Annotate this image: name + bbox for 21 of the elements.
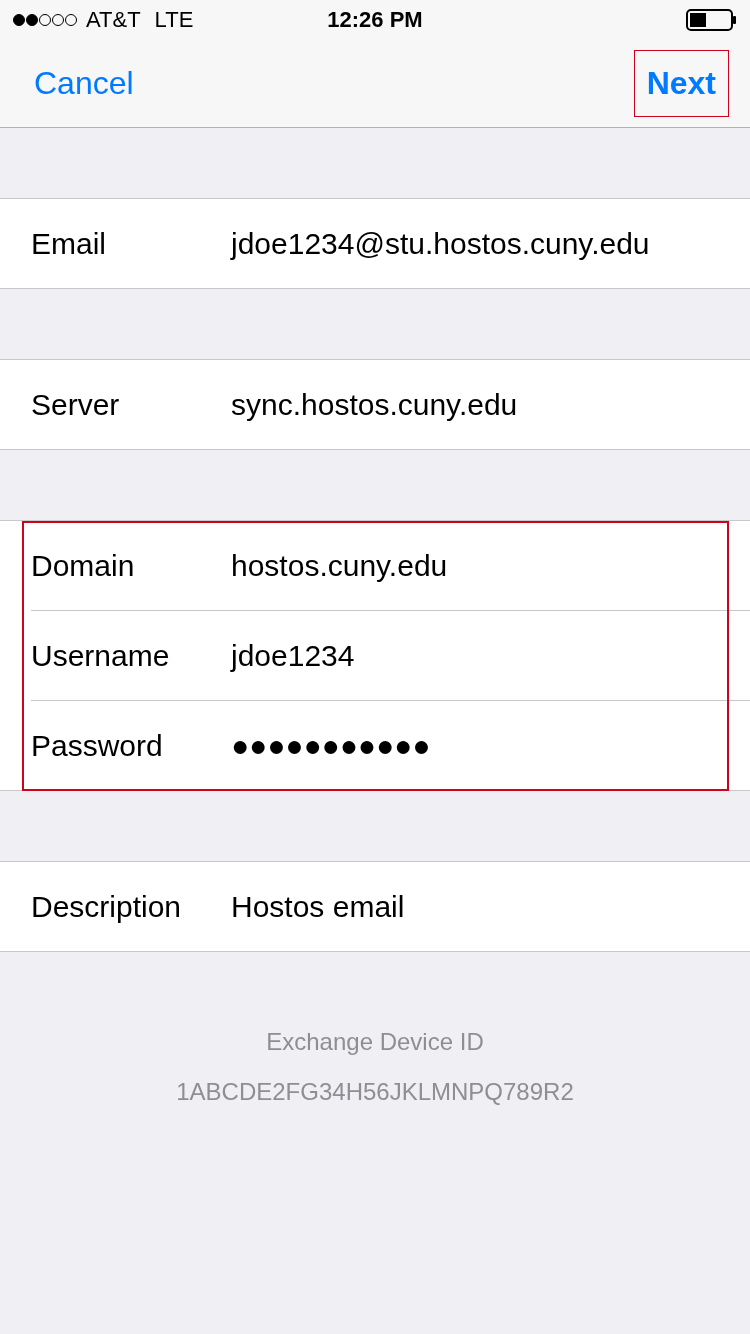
- field-label: Email: [31, 226, 107, 261]
- carrier: AT&T: [86, 7, 141, 33]
- field-label: Domain: [31, 548, 136, 583]
- battery-icon: [686, 9, 738, 31]
- field-value[interactable]: jdoe1234: [231, 638, 355, 673]
- footer-title: Exchange Device ID: [266, 1028, 484, 1056]
- field-label: Server: [31, 387, 121, 422]
- field-value[interactable]: jdoe1234@stu.hostos.cuny.edu: [231, 226, 650, 261]
- field-value[interactable]: Hostos email: [231, 889, 405, 924]
- cancel-button[interactable]: Cancel: [33, 64, 135, 103]
- field-value[interactable]: ●●●●●●●●●●●: [231, 728, 431, 763]
- device-id: 1ABCDE2FG34H56JKLMNPQ789R2: [176, 1078, 574, 1106]
- field-label: Description: [31, 889, 183, 924]
- field-value[interactable]: sync.hostos.cuny.edu: [231, 387, 518, 422]
- field-label: Username: [31, 638, 171, 673]
- next-button[interactable]: Next: [633, 50, 729, 117]
- field-label: Password: [31, 728, 164, 763]
- signal-icon: [12, 13, 78, 27]
- clock: 12:26 PM: [327, 7, 423, 32]
- network-type: LTE: [154, 7, 194, 33]
- field-value[interactable]: hostos.cuny.edu: [231, 548, 448, 583]
